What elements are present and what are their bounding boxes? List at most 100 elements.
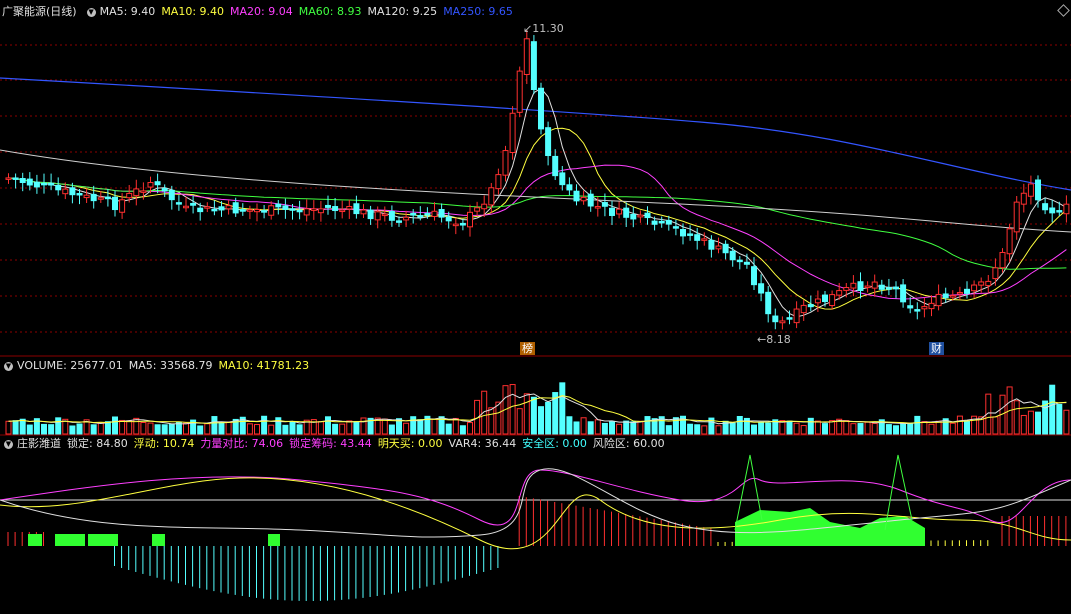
candle-body[interactable] (680, 228, 686, 237)
candle-body[interactable] (630, 213, 637, 220)
volume-bar[interactable] (90, 424, 97, 435)
candle-body[interactable] (1013, 201, 1020, 233)
candle-body[interactable] (523, 38, 530, 75)
volume-bar[interactable] (729, 422, 736, 435)
volume-bar[interactable] (410, 416, 417, 435)
volume-bar[interactable] (147, 422, 154, 435)
candle-body[interactable] (275, 203, 282, 208)
volume-bar[interactable] (630, 421, 637, 435)
volume-settings-icon[interactable]: ▼ (4, 361, 13, 371)
candle-body[interactable] (154, 181, 161, 186)
candle-body[interactable] (161, 187, 168, 192)
candle-body[interactable] (126, 192, 133, 199)
volume-bar[interactable] (1027, 410, 1034, 435)
volume-bar[interactable] (289, 421, 296, 435)
candle-body[interactable] (325, 204, 331, 208)
volume-bar[interactable] (1020, 414, 1027, 435)
volume-bar[interactable] (900, 423, 907, 435)
candle-body[interactable] (140, 190, 147, 193)
candle-body[interactable] (339, 209, 346, 213)
candle-body[interactable] (1049, 207, 1056, 214)
volume-bar[interactable] (1035, 411, 1041, 435)
candle-body[interactable] (332, 206, 339, 212)
volume-bar[interactable] (268, 424, 275, 435)
volume-bar[interactable] (637, 420, 644, 435)
chart-canvas[interactable] (0, 0, 1071, 614)
volume-bar[interactable] (154, 424, 161, 435)
candle-body[interactable] (807, 304, 814, 308)
candle-body[interactable] (502, 150, 509, 176)
candle-body[interactable] (999, 251, 1006, 269)
candle-body[interactable] (743, 261, 750, 265)
volume-bar[interactable] (211, 416, 218, 435)
candle-body[interactable] (175, 202, 182, 205)
indicator-name[interactable]: 庄影潍道 (17, 436, 61, 452)
candle-body[interactable] (133, 188, 140, 197)
volume-bar[interactable] (644, 416, 651, 435)
volume-bar[interactable] (332, 423, 339, 435)
candle-body[interactable] (119, 199, 126, 213)
candle-body[interactable] (978, 281, 985, 286)
candle-body[interactable] (388, 210, 395, 221)
candle-body[interactable] (268, 205, 275, 216)
candle-body[interactable] (282, 205, 289, 210)
candle-body[interactable] (1042, 203, 1049, 211)
volume-bar[interactable] (559, 382, 566, 435)
candle-body[interactable] (403, 216, 410, 221)
candle-body[interactable] (687, 233, 694, 236)
candle-body[interactable] (637, 214, 644, 218)
volume-bar[interactable] (1042, 400, 1049, 435)
candle-body[interactable] (41, 182, 47, 186)
candle-body[interactable] (885, 287, 892, 290)
candle-body[interactable] (317, 208, 324, 214)
volume-bar[interactable] (168, 423, 175, 435)
candle-body[interactable] (381, 213, 388, 217)
candle-body[interactable] (992, 267, 999, 280)
volume-bar[interactable] (800, 425, 807, 435)
list-tag-bang[interactable]: 榜 (520, 342, 535, 355)
volume-bar[interactable] (431, 418, 438, 435)
candle-body[interactable] (559, 172, 566, 186)
candle-body[interactable] (69, 187, 76, 196)
volume-bar[interactable] (829, 420, 836, 435)
candle-body[interactable] (623, 207, 630, 218)
candle-body[interactable] (942, 293, 949, 299)
candle-body[interactable] (786, 317, 793, 320)
candle-body[interactable] (964, 288, 970, 294)
candle-body[interactable] (26, 178, 33, 186)
candle-body[interactable] (658, 220, 665, 224)
candle-body[interactable] (871, 281, 878, 289)
candle-body[interactable] (665, 219, 672, 225)
volume-bar[interactable] (381, 418, 388, 435)
volume-bar[interactable] (530, 396, 537, 435)
candle-body[interactable] (1006, 228, 1013, 255)
volume-bar[interactable] (907, 422, 914, 435)
candle-body[interactable] (538, 87, 544, 130)
volume-bar[interactable] (857, 423, 864, 435)
candle-body[interactable] (225, 205, 232, 210)
volume-bar[interactable] (112, 416, 118, 435)
candle-body[interactable] (836, 290, 843, 296)
volume-bar[interactable] (346, 420, 353, 435)
candle-body[interactable] (573, 190, 580, 202)
finance-tag-cai[interactable]: 财 (929, 342, 944, 355)
candle-body[interactable] (985, 280, 992, 287)
volume-bar[interactable] (509, 384, 516, 435)
candle-body[interactable] (417, 215, 424, 218)
candle-body[interactable] (566, 184, 573, 191)
volume-bar[interactable] (687, 423, 694, 435)
candle-body[interactable] (616, 208, 623, 215)
volume-bar[interactable] (161, 424, 168, 435)
volume-bar[interactable] (97, 422, 104, 435)
candle-body[interactable] (48, 182, 55, 186)
candle-body[interactable] (90, 193, 97, 202)
volume-bar[interactable] (1049, 384, 1056, 435)
candle-body[interactable] (495, 174, 502, 190)
settings-circle-icon[interactable]: ▼ (86, 7, 96, 17)
volume-bar[interactable] (843, 420, 850, 435)
volume-bar[interactable] (694, 424, 701, 435)
candle-body[interactable] (33, 181, 40, 188)
candle-body[interactable] (296, 209, 303, 213)
candle-body[interactable] (289, 208, 296, 211)
candle-body[interactable] (822, 294, 828, 303)
